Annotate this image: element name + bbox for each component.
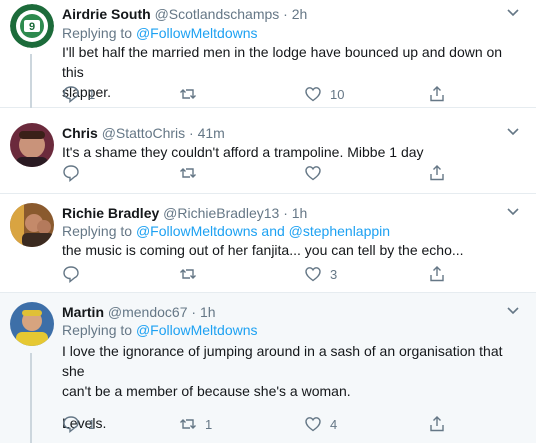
retweet-button[interactable] [179, 264, 205, 284]
tweet-text-line: I love the ignorance of jumping around i… [62, 343, 503, 379]
replying-to: Replying to @FollowMeltdowns [62, 24, 258, 42]
chevron-down-icon[interactable] [506, 304, 520, 318]
avatar[interactable] [10, 123, 54, 167]
heart-icon [305, 267, 321, 282]
separator-dot: · [283, 205, 288, 221]
retweet-count: 1 [205, 416, 213, 432]
avatar[interactable] [10, 203, 54, 247]
timestamp[interactable]: 1h [292, 205, 308, 221]
retweet-icon [180, 269, 196, 279]
tweet-text-line: can't be a member of because she's a wom… [62, 383, 351, 399]
user-handle[interactable]: @RichieBradley13 [163, 205, 279, 221]
profile-photo-avatar [10, 302, 54, 346]
like-count: 4 [330, 416, 338, 432]
tweet[interactable]: Martin @mendoc67 · 1h Replying to @Follo… [0, 293, 536, 443]
retweet-icon [180, 168, 196, 178]
tweet-header: Chris @StattoChris · 41m [62, 124, 225, 142]
tweet-header: Martin @mendoc67 · 1h [62, 303, 216, 321]
retweet-button[interactable] [179, 84, 205, 104]
display-name[interactable]: Airdrie South [62, 6, 151, 22]
reply-button[interactable]: 1 [62, 84, 95, 104]
tweet[interactable]: 9 Airdrie South @Scotlandschamps · 2h Re… [0, 0, 536, 108]
chevron-down-icon[interactable] [506, 6, 520, 20]
tweet-header: Richie Bradley @RichieBradley13 · 1h [62, 204, 307, 222]
avatar[interactable]: 9 [10, 4, 54, 48]
user-handle[interactable]: @mendoc67 [108, 304, 188, 320]
tweet-actions: 3 [62, 264, 472, 284]
display-name[interactable]: Chris [62, 125, 98, 141]
timestamp[interactable]: 1h [200, 304, 216, 320]
thread-line [30, 353, 32, 443]
like-button[interactable]: 10 [304, 84, 344, 104]
separator-dot: · [283, 6, 288, 22]
tweet-text: the music is coming out of her fanjita..… [62, 240, 522, 260]
share-icon [430, 266, 444, 282]
timestamp[interactable]: 41m [198, 125, 225, 141]
like-button[interactable]: 3 [304, 264, 337, 284]
reply-icon [63, 86, 79, 103]
like-count: 3 [330, 266, 338, 282]
tweet-text-line: I'll bet half the married men in the lod… [62, 44, 503, 80]
reply-count: 1 [88, 416, 96, 432]
tweet-actions: 1 1 4 [62, 414, 472, 434]
profile-photo-avatar [10, 123, 54, 167]
tweet-header: Airdrie South @Scotlandschamps · 2h [62, 5, 307, 23]
share-button[interactable] [428, 264, 446, 284]
user-handle[interactable]: @StattoChris [102, 125, 185, 141]
display-name[interactable]: Richie Bradley [62, 205, 159, 221]
tweet[interactable]: Chris @StattoChris · 41m It's a shame th… [0, 108, 536, 194]
display-name[interactable]: Martin [62, 304, 104, 320]
tweet-text-line: It's a shame they couldn't afford a tram… [62, 144, 424, 160]
replying-to-link[interactable]: @FollowMeltdowns and @stephenlappin [136, 223, 390, 239]
share-button[interactable] [428, 414, 446, 434]
like-button[interactable]: 4 [304, 414, 337, 434]
tweet-text: It's a shame they couldn't afford a tram… [62, 142, 522, 162]
retweet-button[interactable]: 1 [179, 414, 212, 434]
retweet-icon [180, 89, 196, 99]
tweet-text-line: the music is coming out of her fanjita..… [62, 242, 464, 258]
replying-to: Replying to @FollowMeltdowns and @stephe… [62, 222, 390, 240]
tweet[interactable]: Richie Bradley @RichieBradley13 · 1h Rep… [0, 194, 536, 293]
tweet-actions [62, 163, 472, 183]
replying-to-link[interactable]: @FollowMeltdowns [136, 322, 258, 338]
avatar[interactable] [10, 302, 54, 346]
share-icon [430, 416, 444, 432]
separator-dot: · [191, 304, 197, 320]
reply-icon [63, 165, 79, 182]
reply-icon [63, 266, 79, 283]
separator-dot: · [189, 125, 194, 141]
like-count: 10 [330, 86, 345, 102]
reply-button[interactable] [62, 163, 88, 183]
club-crest-avatar: 9 [10, 4, 54, 48]
share-icon [430, 165, 444, 181]
chevron-down-icon[interactable] [506, 205, 520, 219]
svg-text:9: 9 [29, 21, 35, 33]
heart-icon [305, 87, 321, 102]
share-button[interactable] [428, 163, 446, 183]
heart-icon [305, 417, 321, 432]
reply-icon [63, 416, 79, 433]
thread-line [30, 54, 32, 108]
reply-count: 1 [88, 86, 96, 102]
user-handle[interactable]: @Scotlandschamps [155, 6, 280, 22]
profile-photo-avatar [10, 203, 54, 247]
replying-to: Replying to @FollowMeltdowns [62, 321, 258, 339]
replying-label: Replying to [62, 322, 133, 338]
share-icon [430, 86, 444, 102]
reply-button[interactable]: 1 [62, 414, 95, 434]
like-button[interactable] [304, 163, 330, 183]
retweet-icon [180, 419, 196, 429]
replying-label: Replying to [62, 223, 133, 239]
share-button[interactable] [428, 84, 446, 104]
chevron-down-icon[interactable] [506, 125, 520, 139]
reply-button[interactable] [62, 264, 88, 284]
timestamp[interactable]: 2h [292, 6, 308, 22]
tweet-text-line [62, 401, 522, 413]
tweet-actions: 1 10 [62, 84, 472, 104]
retweet-button[interactable] [179, 163, 205, 183]
tweet-feed: 9 Airdrie South @Scotlandschamps · 2h Re… [0, 0, 541, 443]
replying-label: Replying to [62, 25, 133, 41]
replying-to-link[interactable]: @FollowMeltdowns [136, 25, 258, 41]
heart-icon [305, 166, 321, 181]
